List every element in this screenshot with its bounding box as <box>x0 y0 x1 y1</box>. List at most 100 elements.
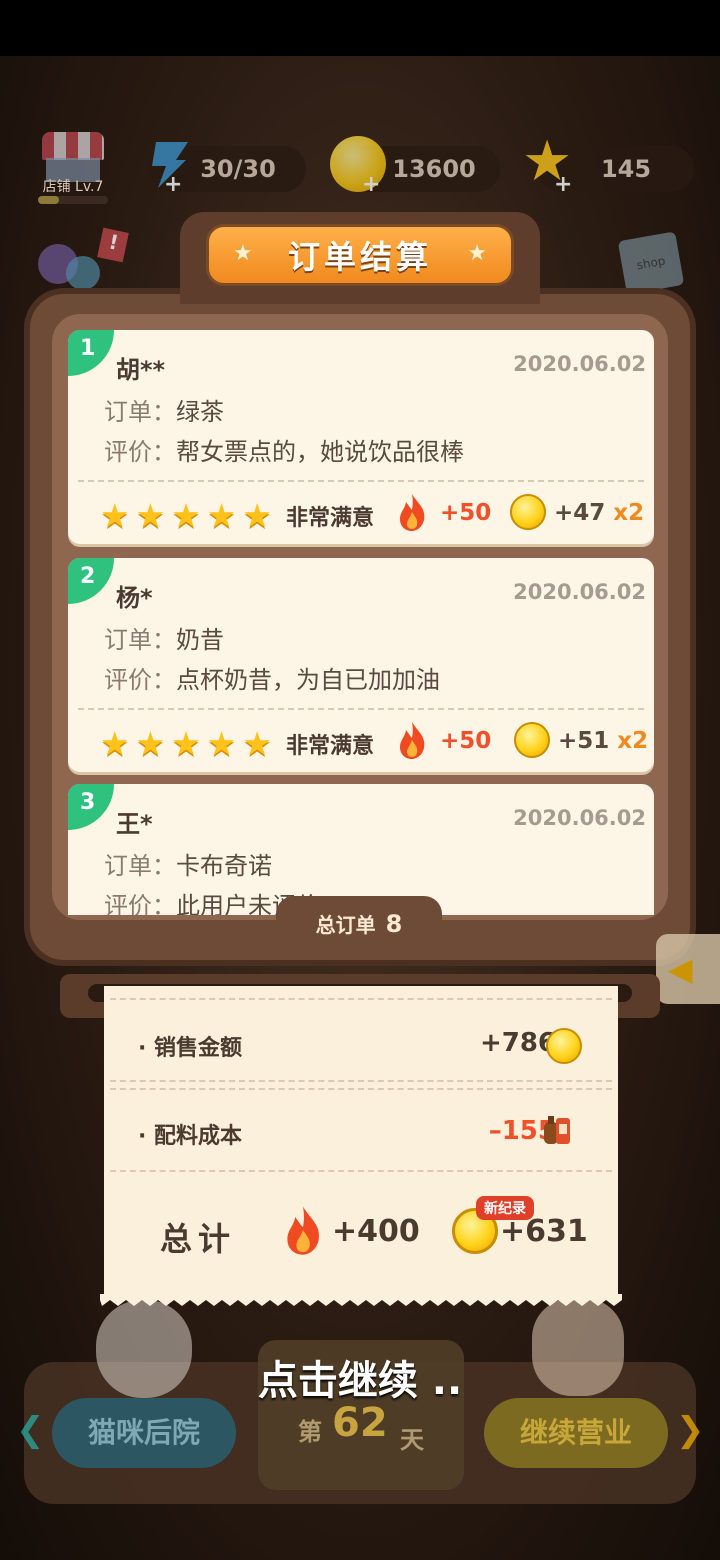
customers-icon-secondary <box>66 256 100 290</box>
coin-multiplier: x2 <box>613 500 645 526</box>
customer-name: 杨* <box>116 584 153 612</box>
review-label: 评价： <box>104 438 176 466</box>
side-arrow-button[interactable]: ◀ <box>656 934 720 1004</box>
coin-gain-row: +51 x2 <box>558 728 648 754</box>
customer-name: 胡** <box>116 356 166 384</box>
order-row: 订单：绿茶 <box>104 392 224 427</box>
shop-level-button[interactable]: 店铺 Lv.7 <box>36 128 110 208</box>
ingredient-bottle-icon <box>544 1116 570 1144</box>
title-star-icon-right: ★ <box>467 241 487 266</box>
star-icon: ★ <box>100 496 130 535</box>
shop-level-progress-fill <box>38 196 59 204</box>
chevron-right-icon[interactable]: ❯ <box>676 1410 705 1450</box>
satisfaction-label: 非常满意 <box>286 506 375 531</box>
gold-coin-icon <box>546 1028 582 1064</box>
flame-icon <box>400 722 425 759</box>
rating-stars: ★ ★ ★ ★ ★ <box>100 724 272 763</box>
total-heat: +400 <box>332 1214 420 1249</box>
order-item: 奶昔 <box>176 626 224 654</box>
sales-row-label: · 销售金额 <box>138 1036 243 1061</box>
star-icon: ★ <box>242 724 272 763</box>
rating-stars: ★ ★ ★ ★ ★ <box>100 496 272 535</box>
order-date: 2020.06.02 <box>513 806 646 830</box>
coin-multiplier: x2 <box>617 728 649 754</box>
receipt-divider <box>110 1080 612 1082</box>
cost-row-label: · 配料成本 <box>138 1124 243 1149</box>
order-card: 2 杨* 2020.06.02 订单：奶昔 评价：点杯奶昔，为自已加加油 ★ ★ ★… <box>68 558 654 772</box>
star-icon: ★ <box>206 496 237 535</box>
star-icon: ★ <box>171 496 201 535</box>
total-label: 总计 <box>160 1220 237 1258</box>
order-item: 卡布奇诺 <box>176 852 272 880</box>
day-suffix: 天 <box>400 1426 424 1454</box>
total-orders-count: 8 <box>385 910 403 938</box>
day-prefix: 第 <box>298 1418 322 1446</box>
star-icon: ★ <box>100 724 130 763</box>
review-row: 评价：帮女票点的，她说饮品很棒 <box>104 432 464 467</box>
add-gold-button[interactable]: + <box>362 172 380 197</box>
heat-gain: +50 <box>440 500 492 526</box>
review-row: 评价：点杯奶昔，为自已加加油 <box>104 660 440 695</box>
cost-label: 配料成本 <box>154 1124 243 1149</box>
receipt-torn-edge <box>100 1294 622 1306</box>
star-icon: ★ <box>135 724 166 763</box>
review-label: 评价： <box>104 892 176 915</box>
title-banner: ★ 订单结算 ★ <box>206 224 514 286</box>
customer-name: 王* <box>116 810 153 838</box>
card-divider <box>78 708 644 710</box>
gold-coin-icon <box>510 494 546 530</box>
order-label: 订单： <box>104 626 176 654</box>
shop-roof-icon <box>42 132 104 160</box>
chevron-left-icon[interactable]: ❮ <box>16 1410 45 1450</box>
order-list[interactable]: 1 胡** 2020.06.02 订单：绿茶 评价：帮女票点的，她说饮品很棒 ★… <box>66 330 656 915</box>
order-card: 1 胡** 2020.06.02 订单：绿茶 评价：帮女票点的，她说饮品很棒 ★… <box>68 330 654 544</box>
total-orders-label: 总订单 <box>315 913 376 937</box>
card-divider <box>78 480 644 482</box>
sales-value: +786 <box>479 1028 556 1058</box>
panel-title: 订单结算 <box>287 238 432 276</box>
total-orders-tab: 总订单 8 <box>276 896 442 946</box>
total-gold: +631 <box>500 1214 588 1249</box>
gold-coin-icon <box>514 722 550 758</box>
review-text: 帮女票点的，她说饮品很棒 <box>176 438 464 466</box>
sales-label: 销售金额 <box>154 1036 243 1061</box>
order-item: 绿茶 <box>176 398 224 426</box>
tap-to-continue[interactable]: 点击继续 .. <box>0 1348 720 1406</box>
order-index-badge: 1 <box>68 330 114 376</box>
add-energy-button[interactable]: + <box>164 172 182 197</box>
receipt-divider <box>110 998 612 1000</box>
satisfaction-label: 非常满意 <box>286 734 375 759</box>
day-number: 62 <box>332 1400 388 1446</box>
triangle-left-icon: ◀ <box>668 950 693 988</box>
receipt-divider <box>110 1088 612 1090</box>
add-stars-button[interactable]: + <box>554 172 572 197</box>
shop-level-progress <box>38 196 108 204</box>
order-label: 订单： <box>104 852 176 880</box>
order-row: 订单：卡布奇诺 <box>104 846 272 881</box>
status-bar <box>0 0 720 56</box>
heat-gain: +50 <box>440 728 492 754</box>
shop-level-label: 店铺 Lv.7 <box>42 179 104 195</box>
order-date: 2020.06.02 <box>513 352 646 376</box>
order-index-badge: 2 <box>68 558 114 604</box>
order-row: 订单：奶昔 <box>104 620 224 655</box>
order-date: 2020.06.02 <box>513 580 646 604</box>
order-index-badge: 3 <box>68 784 114 830</box>
continue-business-button[interactable]: 继续营业 <box>484 1398 668 1468</box>
cat-backyard-button[interactable]: 猫咪后院 <box>52 1398 236 1468</box>
flame-icon <box>287 1206 320 1255</box>
star-icon: ★ <box>242 496 272 535</box>
receipt: · 销售金额 +786 · 配料成本 –155 总计 +400 新纪录 +631 <box>104 986 618 1300</box>
star-icon: ★ <box>206 724 237 763</box>
review-label: 评价： <box>104 666 176 694</box>
receipt-divider <box>110 1170 612 1172</box>
star-icon: ★ <box>135 496 166 535</box>
coin-gain: +51 <box>558 728 610 754</box>
coin-gain-row: +47 x2 <box>554 500 644 526</box>
title-star-icon-left: ★ <box>233 241 253 266</box>
shop-bag-icon[interactable]: shop <box>617 231 685 295</box>
review-text: 点杯奶昔，为自已加加油 <box>176 666 440 694</box>
coin-gain: +47 <box>554 500 606 526</box>
order-label: 订单： <box>104 398 176 426</box>
star-icon: ★ <box>171 724 201 763</box>
